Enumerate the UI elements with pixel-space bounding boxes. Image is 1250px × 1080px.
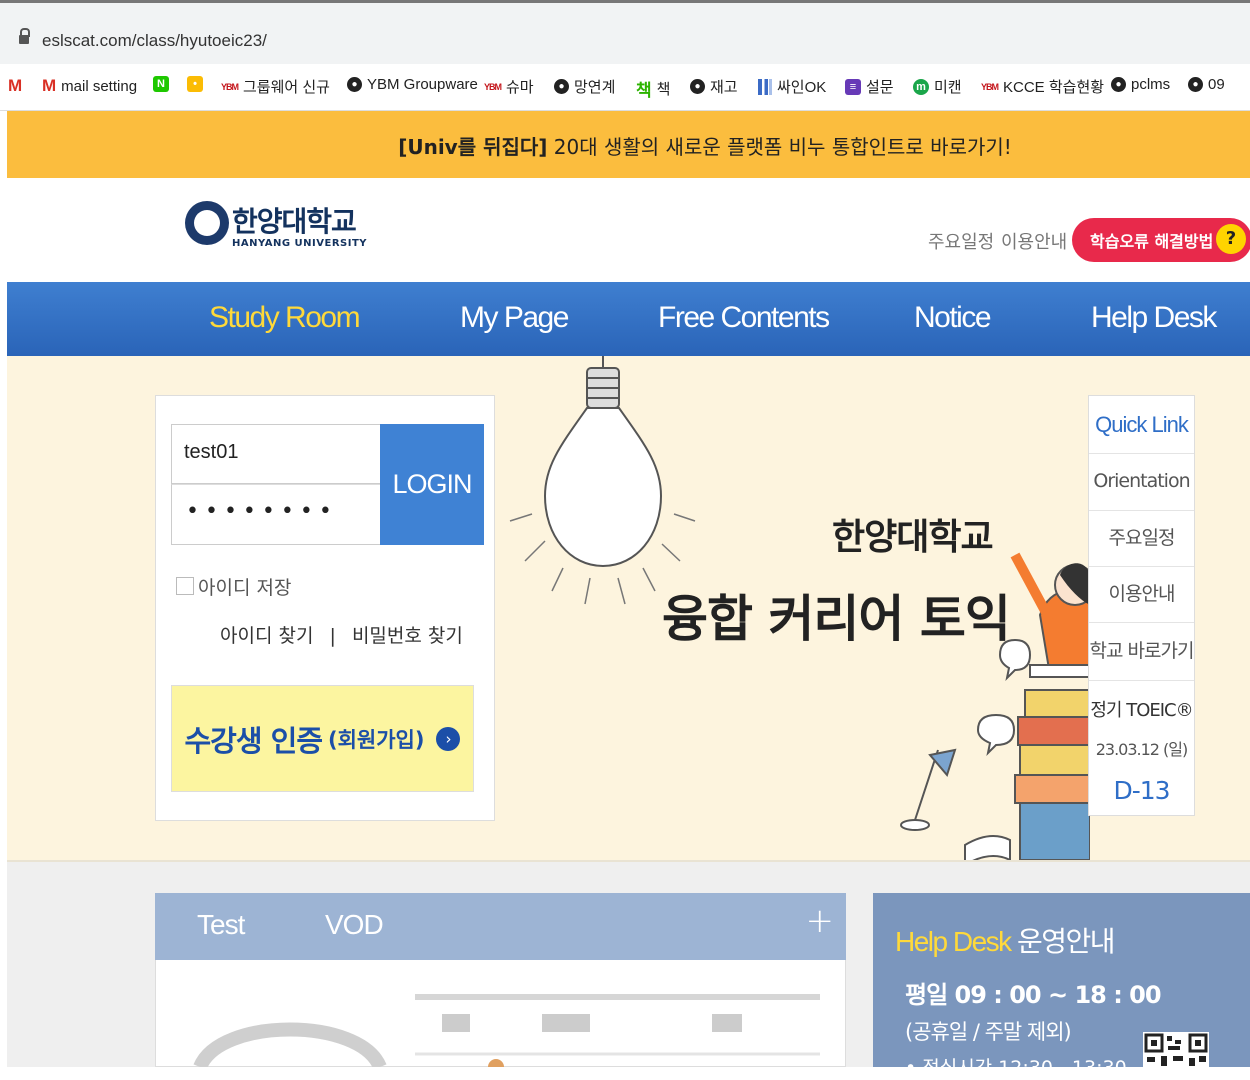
logo-english[interactable]: HANYANG UNIVERSITY	[232, 238, 367, 249]
chevron-right-icon: ›	[436, 726, 461, 751]
header-link-guide[interactable]: 이용안내	[1001, 228, 1067, 254]
quick-link-guide[interactable]: 이용안내	[1089, 566, 1194, 623]
quick-link-school-site[interactable]: 학교 바로가기	[1089, 622, 1194, 681]
quick-link-orientation[interactable]: Orientation	[1089, 453, 1194, 511]
login-button[interactable]: LOGIN	[380, 424, 484, 545]
test-vod-header: Test VOD +	[155, 893, 846, 960]
bookmark-suma[interactable]: YBM 슈마	[484, 76, 534, 97]
find-account-links: 아이디 찾기 | 비밀번호 찾기	[220, 621, 463, 648]
globe-icon: ●	[1111, 77, 1126, 92]
nav-help-desk[interactable]: Help Desk	[1091, 301, 1217, 335]
form-icon: ≡	[845, 78, 861, 95]
chart-icon	[758, 78, 772, 95]
bookmark-survey[interactable]: ≡ 설문	[845, 76, 894, 97]
bookmark-kcce[interactable]: YBM KCCE 학습현황	[981, 76, 1104, 97]
bookmark-09[interactable]: ● 09	[1188, 76, 1225, 93]
student-signup-button[interactable]: 수강생 인증 (회원가입) ›	[171, 685, 474, 792]
m-icon: m	[913, 78, 929, 95]
promo-banner[interactable]: [Univ를 뒤집다] 20대 생활의 새로운 플랫폼 비누 통합인트로 바로가…	[7, 111, 1250, 178]
ybm-icon: YBM	[981, 81, 999, 92]
light-bulb-illustration	[509, 356, 696, 605]
gmail-icon: M	[42, 76, 57, 95]
more-plus-icon[interactable]: +	[806, 901, 835, 941]
keep-icon: •	[187, 76, 203, 92]
bookmark-mican[interactable]: m 미캔	[913, 76, 962, 97]
globe-icon: ●	[554, 79, 569, 94]
globe-icon: ●	[1188, 77, 1203, 92]
bookmark-pclms[interactable]: ● pclms	[1111, 76, 1170, 93]
book-icon: 책	[636, 81, 652, 100]
header-link-schedule[interactable]: 주요일정	[928, 228, 994, 254]
help-hours: 평일 09 : 00 ~ 18 : 00	[905, 981, 1162, 1009]
student-reading-illustration	[900, 552, 1090, 860]
bookmark-network[interactable]: ● 망연계	[554, 76, 615, 97]
university-seal-logo[interactable]	[185, 201, 229, 245]
qr-code-icon[interactable]	[1143, 1032, 1209, 1072]
exam-dday: D-13	[1113, 776, 1170, 805]
bookmark-naver[interactable]: N	[153, 76, 169, 92]
find-id-link[interactable]: 아이디 찾기	[220, 625, 313, 647]
ybm-icon: YBM	[221, 81, 239, 92]
gmail-icon: M	[8, 76, 23, 95]
url-text[interactable]: eslscat.com/class/hyutoeic23/	[42, 31, 267, 51]
bookmark-keep[interactable]: •	[187, 76, 203, 92]
nav-study-room[interactable]: Study Room	[209, 301, 361, 335]
exam-name: 정기 TOEIC®	[1090, 700, 1193, 721]
quick-link-schedule[interactable]: 주요일정	[1089, 510, 1194, 567]
main-nav: Study Room My Page Free Contents Notice …	[7, 282, 1250, 356]
bookmark-stock[interactable]: ● 재고	[690, 76, 738, 97]
blurred-test-content	[193, 994, 820, 1067]
globe-icon: ●	[347, 77, 362, 92]
promo-text[interactable]: [Univ를 뒤집다] 20대 생활의 새로운 플랫폼 비누 통합인트로 바로가…	[7, 131, 1250, 160]
nav-free-contents[interactable]: Free Contents	[658, 301, 830, 335]
globe-icon: ●	[690, 79, 705, 94]
nav-notice[interactable]: Notice	[914, 301, 992, 335]
bookmark-groupware-new[interactable]: YBM 그룹웨어 신규	[221, 76, 330, 97]
bookmark-ybm-groupware[interactable]: ● YBM Groupware	[347, 76, 478, 93]
save-id-checkbox[interactable]	[176, 577, 194, 595]
link-separator: |	[329, 625, 336, 647]
bookmark-mail-setting[interactable]: Mmail setting	[42, 76, 137, 96]
tab-vod[interactable]: VOD	[325, 909, 384, 941]
question-icon: ?	[1216, 224, 1246, 254]
lock-icon	[19, 28, 30, 44]
password-input[interactable]: ••••••••	[171, 484, 381, 545]
exam-date: 23.03.12 (일)	[1095, 740, 1189, 759]
naver-icon: N	[153, 76, 169, 92]
id-input[interactable]: test01	[171, 424, 381, 484]
tab-test[interactable]: Test	[197, 909, 245, 941]
ybm-icon: YBM	[484, 81, 502, 92]
find-password-link[interactable]: 비밀번호 찾기	[352, 625, 463, 647]
logo-korean[interactable]: 한양대학교	[232, 200, 357, 240]
learning-error-button[interactable]: 학습오류 해결방법 ?	[1072, 218, 1250, 262]
nav-my-page[interactable]: My Page	[460, 301, 569, 335]
bookmark-gmail[interactable]: M	[8, 76, 22, 96]
bookmark-book[interactable]: 책책	[636, 76, 670, 101]
quick-link-panel: Quick Link Orientation 주요일정 이용안내 학교 바로가기…	[1088, 395, 1195, 816]
help-note: (공휴일 / 주말 제외)	[905, 1020, 1072, 1044]
bookmarks-bar: M Mmail setting N • YBM 그룹웨어 신규 ● YBM Grou…	[0, 64, 1250, 111]
quick-link-title: Quick Link	[1089, 396, 1194, 454]
save-id-label[interactable]: 아이디 저장	[198, 573, 291, 600]
help-desk-title: Help Desk 운영안내	[895, 926, 1116, 957]
bookmark-signok[interactable]: 싸인OK	[758, 76, 826, 97]
